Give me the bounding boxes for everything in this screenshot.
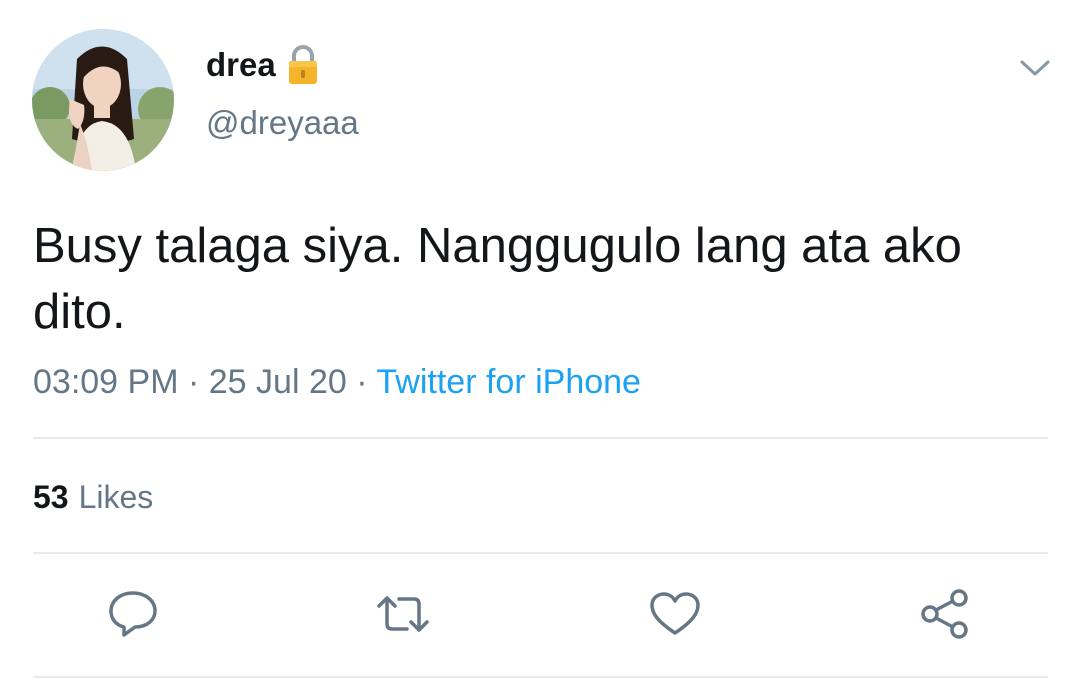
divider: [33, 676, 1048, 678]
like-button[interactable]: [647, 586, 703, 642]
share-button[interactable]: [917, 586, 973, 642]
chevron-down-icon[interactable]: [1018, 56, 1052, 80]
divider: [33, 437, 1048, 439]
divider: [33, 552, 1048, 554]
avatar[interactable]: [32, 29, 174, 171]
profile-photo: [32, 29, 174, 171]
share-icon: [919, 588, 971, 640]
meta-separator: ·: [356, 363, 368, 401]
display-name[interactable]: drea: [206, 46, 276, 84]
retweet-button[interactable]: [375, 586, 431, 642]
retweet-icon: [373, 592, 433, 636]
reply-button[interactable]: [105, 586, 161, 642]
likes-stat[interactable]: 53 Likes: [33, 479, 153, 516]
user-handle[interactable]: @dreyaaa: [206, 104, 359, 142]
tweet-meta: 03:09 PM · 25 Jul 20 · Twitter for iPhon…: [33, 363, 641, 402]
tweet-date: 25 Jul 20: [208, 363, 347, 401]
lock-icon: [286, 44, 320, 86]
meta-separator: ·: [187, 363, 200, 401]
like-icon: [649, 591, 701, 637]
tweet-time: 03:09 PM: [33, 363, 179, 401]
tweet-source-link[interactable]: Twitter for iPhone: [376, 363, 641, 401]
tweet-text: Busy talaga siya. Nanggugulo lang ata ak…: [33, 219, 962, 339]
reply-icon: [107, 589, 159, 639]
likes-count: 53: [33, 479, 69, 515]
likes-label: Likes: [78, 479, 154, 515]
